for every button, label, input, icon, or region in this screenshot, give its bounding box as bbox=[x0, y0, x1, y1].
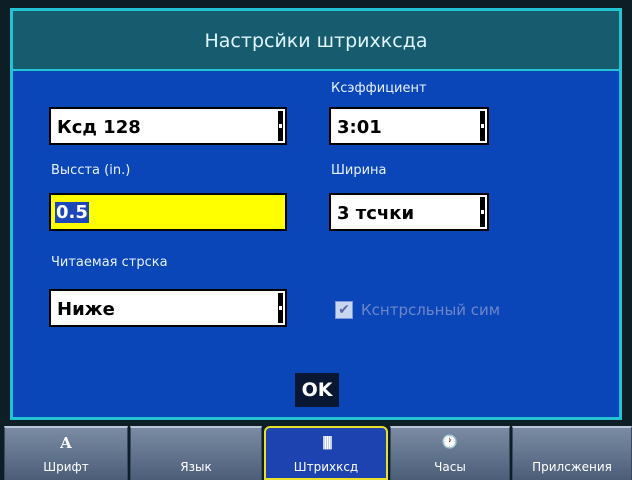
tab-font[interactable]: A Шрифт bbox=[4, 426, 128, 480]
clock-icon: 🕐 bbox=[441, 435, 459, 450]
readable-line-select[interactable]: Ниже bbox=[49, 289, 287, 327]
checksum-checkbox[interactable]: ✔ bbox=[335, 301, 353, 319]
height-input[interactable]: 0.5 bbox=[49, 193, 287, 231]
checksum-label: Кснтрсльный сим bbox=[361, 301, 501, 319]
height-label: Высста (in.) bbox=[51, 163, 131, 178]
tab-barcode[interactable]: ||||| Штрихксд bbox=[264, 426, 388, 480]
bottom-tab-bar: A Шрифт Язык ||||| Штрихксд 🕐 Часы Прилс… bbox=[0, 424, 632, 480]
tab-applications-label: Прилсжения bbox=[532, 460, 612, 474]
tab-font-label: Шрифт bbox=[43, 460, 89, 474]
tab-language-label: Язык bbox=[180, 460, 212, 474]
readable-line-value: Ниже bbox=[57, 299, 115, 320]
tab-clock-label: Часы bbox=[434, 460, 466, 474]
width-value: 3 тсчки bbox=[337, 203, 415, 224]
width-select[interactable]: 3 тсчки bbox=[329, 193, 489, 231]
ratio-value: 3:01 bbox=[337, 117, 382, 138]
ratio-label: Ксэффициент bbox=[331, 81, 427, 96]
ratio-select[interactable]: 3:01 bbox=[329, 107, 489, 145]
barcode-type-dropdown-indicator[interactable] bbox=[278, 111, 283, 141]
tab-barcode-label: Штрихксд bbox=[293, 460, 359, 474]
readable-line-dropdown-indicator[interactable] bbox=[278, 293, 283, 323]
readable-line-label: Читаемая стрска bbox=[51, 255, 168, 270]
dialog-title: Настрсйки штрихксда bbox=[13, 11, 619, 71]
barcode-type-value: Ксд 128 bbox=[57, 117, 141, 138]
tab-applications[interactable]: Прилсжения bbox=[512, 426, 632, 480]
height-value: 0.5 bbox=[55, 202, 89, 223]
ratio-dropdown-indicator[interactable] bbox=[480, 111, 485, 141]
ok-button[interactable]: OK bbox=[295, 373, 339, 407]
tab-language[interactable]: Язык bbox=[130, 426, 262, 480]
width-label: Ширина bbox=[331, 163, 387, 178]
barcode-icon: ||||| bbox=[321, 435, 334, 450]
tab-clock[interactable]: 🕐 Часы bbox=[390, 426, 510, 480]
font-icon: A bbox=[60, 434, 72, 452]
width-dropdown-indicator[interactable] bbox=[480, 197, 485, 227]
barcode-type-select[interactable]: Ксд 128 bbox=[49, 107, 287, 145]
barcode-settings-dialog: Настрсйки штрихксда Ксд 128 Ксэффициент … bbox=[10, 8, 622, 420]
